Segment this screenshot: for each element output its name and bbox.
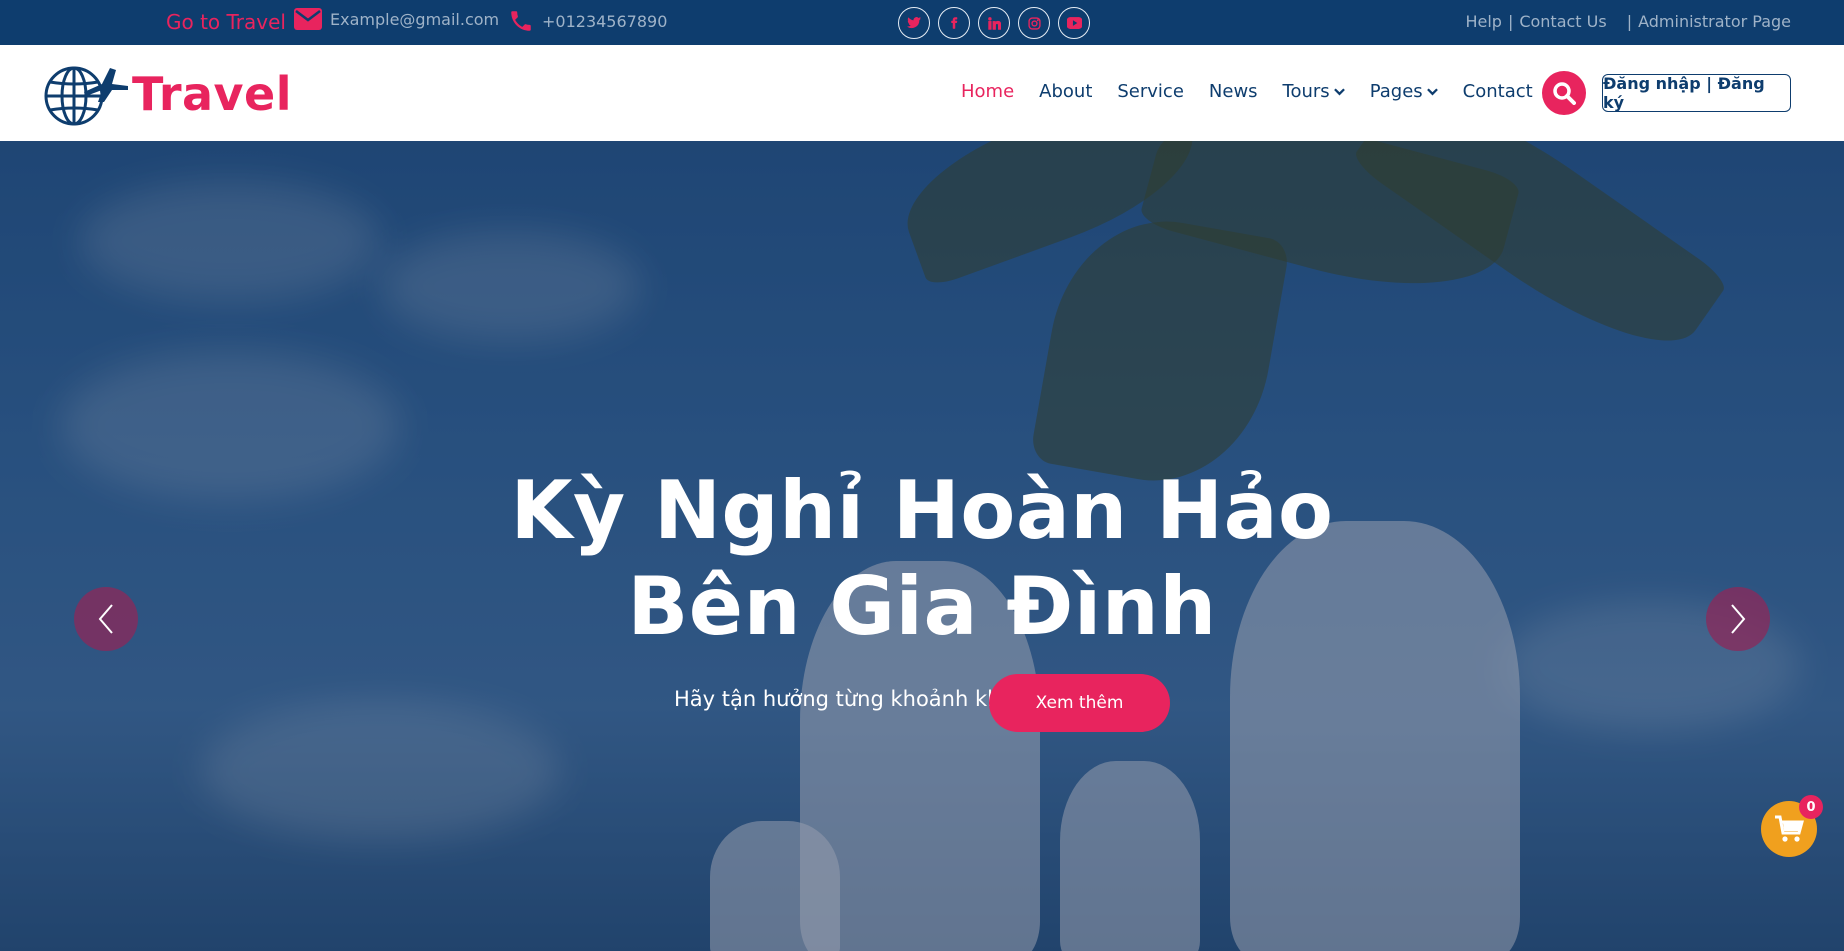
menu-label: Home <box>961 81 1015 102</box>
logo-text: Travel <box>132 67 293 121</box>
hero-subtitle: Hãy tận hưởng từng khoảnh khắc <box>674 687 1025 711</box>
main-menu: Home About Service News Tours Pages Cont… <box>961 81 1533 102</box>
chevron-down-icon <box>1333 87 1345 95</box>
carousel-next-button[interactable] <box>1706 587 1770 651</box>
chevron-right-icon <box>1731 604 1746 634</box>
chevron-left-icon <box>98 604 113 634</box>
cart-button[interactable]: 0 <box>1761 795 1823 857</box>
twitter-icon <box>907 16 921 29</box>
hero-title-line1: Kỳ Nghỉ Hoàn Hảo <box>510 464 1334 557</box>
hero-title: Kỳ Nghỉ Hoàn Hảo Bên Gia Đình <box>0 463 1844 655</box>
carousel-prev-button[interactable] <box>74 587 138 651</box>
go-to-travel-link[interactable]: Go to Travel <box>166 10 286 34</box>
main-navbar: Travel Home About Service News Tours Pag… <box>0 45 1844 141</box>
top-links: Help | Contact Us | Administrator Page <box>1465 12 1791 31</box>
search-icon <box>1553 82 1576 105</box>
menu-item-home[interactable]: Home <box>961 81 1014 102</box>
menu-label: About <box>1039 81 1093 102</box>
phone-text: +01234567890 <box>542 11 668 31</box>
help-link[interactable]: Help <box>1465 12 1501 31</box>
youtube-link[interactable] <box>1058 7 1090 39</box>
shopping-cart-icon <box>1775 815 1804 842</box>
administrator-page-link[interactable]: Administrator Page <box>1638 12 1791 31</box>
menu-label: Contact <box>1462 81 1533 102</box>
menu-item-tours[interactable]: Tours <box>1283 81 1345 102</box>
linkedin-link[interactable] <box>978 7 1010 39</box>
top-bar: Go to Travel Example@gmail.com +01234567… <box>0 0 1844 45</box>
chevron-down-icon <box>1426 87 1438 95</box>
youtube-icon <box>1066 17 1082 29</box>
facebook-link[interactable] <box>938 7 970 39</box>
email-contact[interactable]: Example@gmail.com <box>294 8 499 30</box>
social-links <box>898 7 1090 39</box>
menu-label: Tours <box>1282 81 1330 102</box>
twitter-link[interactable] <box>898 7 930 39</box>
see-more-button[interactable]: Xem thêm <box>989 674 1170 732</box>
phone-contact[interactable]: +01234567890 <box>508 8 667 34</box>
separator: | <box>1626 12 1633 31</box>
menu-item-about[interactable]: About <box>1039 81 1092 102</box>
envelope-icon <box>294 8 322 30</box>
cart-count-badge: 0 <box>1799 795 1823 819</box>
contact-us-link[interactable]: Contact Us <box>1519 12 1606 31</box>
hero-carousel: Kỳ Nghỉ Hoàn Hảo Bên Gia Đình Hãy tận hư… <box>0 141 1844 951</box>
login-register-button[interactable]: Đăng nhập | Đăng ký <box>1602 74 1791 112</box>
facebook-icon <box>951 17 958 29</box>
menu-label: Pages <box>1369 81 1423 102</box>
email-text: Example@gmail.com <box>330 9 500 29</box>
menu-label: News <box>1208 81 1258 102</box>
phone-icon <box>511 11 531 31</box>
menu-item-contact[interactable]: Contact <box>1463 81 1533 102</box>
search-button[interactable] <box>1542 71 1586 115</box>
separator: | <box>1507 12 1514 31</box>
menu-item-news[interactable]: News <box>1209 81 1258 102</box>
menu-item-pages[interactable]: Pages <box>1370 81 1438 102</box>
hero-title-line2: Bên Gia Đình <box>627 560 1217 653</box>
menu-label: Service <box>1117 81 1184 102</box>
instagram-link[interactable] <box>1018 7 1050 39</box>
logo[interactable]: Travel <box>44 62 292 126</box>
menu-item-service[interactable]: Service <box>1117 81 1184 102</box>
globe-plane-icon <box>44 66 128 126</box>
linkedin-icon <box>987 16 1001 30</box>
instagram-icon <box>1027 16 1041 30</box>
